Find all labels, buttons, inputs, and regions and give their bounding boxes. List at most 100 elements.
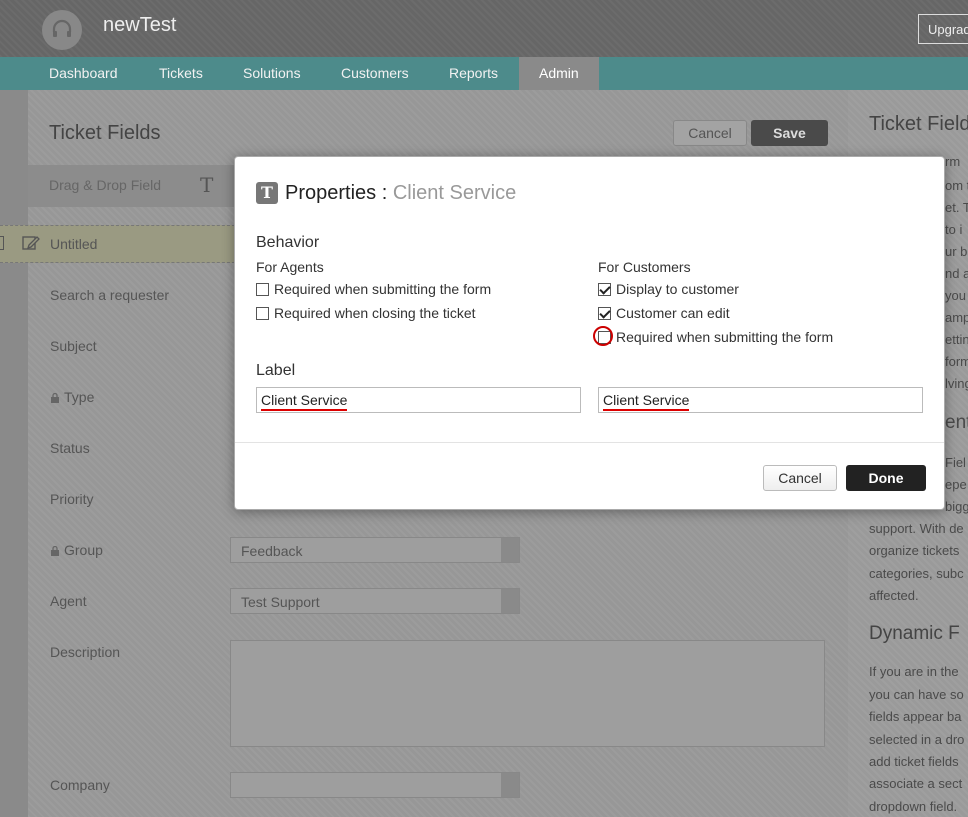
help-text-line: If you are in the xyxy=(869,664,959,679)
agent-required-submit-option[interactable]: Required when submitting the form xyxy=(256,281,491,297)
upgrade-button[interactable]: Upgrade xyxy=(918,14,968,44)
help-fragment: epe xyxy=(945,477,967,492)
lock-icon xyxy=(51,393,59,403)
field-label-group: Group xyxy=(50,542,103,558)
dialog-title: Properties : Client Service xyxy=(285,182,516,205)
chevron-down-icon xyxy=(501,773,519,797)
behavior-title: Behavior xyxy=(256,234,320,251)
help-text-line: affected. xyxy=(869,588,919,603)
help-fragment: you xyxy=(945,288,966,303)
customer-display-option[interactable]: Display to customer xyxy=(598,281,739,297)
agent-required-submit-checkbox[interactable] xyxy=(256,282,269,296)
group-select[interactable]: Feedback xyxy=(230,537,520,563)
page-title: Ticket Fields xyxy=(49,122,161,144)
agent-select[interactable]: Test Support xyxy=(230,588,520,614)
help-fragment: ur b xyxy=(945,244,968,259)
group-select-value: Feedback xyxy=(241,543,303,559)
help-text-line: add ticket fields xyxy=(869,754,959,769)
field-label-status: Status xyxy=(50,440,90,456)
help-text-line: fields appear ba xyxy=(869,709,962,724)
customer-required-submit-label: Required when submitting the form xyxy=(616,329,834,345)
customer-edit-option[interactable]: Customer can edit xyxy=(598,305,730,321)
tab-admin[interactable]: Admin xyxy=(519,57,599,90)
top-bar: newTest Upgrade xyxy=(0,0,968,57)
text-field-icon[interactable]: T xyxy=(200,173,213,197)
highlight-circle xyxy=(593,326,613,346)
page-cancel-button[interactable]: Cancel xyxy=(673,120,747,146)
tab-solutions[interactable]: Solutions xyxy=(243,57,301,90)
tab-customers[interactable]: Customers xyxy=(341,57,409,90)
field-label-agent: Agent xyxy=(50,593,87,609)
customer-label-input[interactable]: Client Service xyxy=(598,387,923,413)
customer-display-checkbox[interactable] xyxy=(598,282,611,296)
page-save-button[interactable]: Save xyxy=(751,120,828,146)
help-heading-fragment: ent xyxy=(945,412,968,433)
customer-required-submit-option[interactable]: Required when submitting the form xyxy=(598,329,833,345)
text-field-type-icon: T xyxy=(256,182,278,204)
agent-label-input[interactable]: Client Service xyxy=(256,387,581,413)
tab-tickets[interactable]: Tickets xyxy=(159,57,203,90)
customer-label-value: Client Service xyxy=(603,392,690,411)
left-strip xyxy=(0,90,28,817)
for-agents-title: For Agents xyxy=(256,259,324,275)
dialog-cancel-button[interactable]: Cancel xyxy=(763,465,837,491)
help-text-line: selected in a dro xyxy=(869,732,965,747)
tab-dashboard[interactable]: Dashboard xyxy=(49,57,118,90)
agent-required-close-option[interactable]: Required when closing the ticket xyxy=(256,305,476,321)
help-title: Ticket Fields xyxy=(869,113,968,135)
help-text-line: dropdown field. xyxy=(869,799,958,814)
help-fragment: form xyxy=(945,354,968,369)
help-text-line: categories, subc xyxy=(869,566,964,581)
help-fragment: bigg xyxy=(945,499,968,514)
help-fragment: om t xyxy=(945,178,968,193)
field-label-priority: Priority xyxy=(50,491,94,507)
drag-handle-icon[interactable] xyxy=(0,236,4,250)
help-fragment: rm xyxy=(945,154,961,169)
chevron-down-icon xyxy=(501,589,519,613)
help-subheading: Dynamic F xyxy=(869,623,960,644)
customer-edit-label: Customer can edit xyxy=(616,305,730,321)
customer-display-label: Display to customer xyxy=(616,281,739,297)
help-text-line: organize tickets xyxy=(869,543,960,558)
field-label-type: Type xyxy=(50,389,94,405)
help-fragment: amp xyxy=(945,310,968,325)
untitled-field-label: Untitled xyxy=(50,236,98,252)
field-label-company: Company xyxy=(50,777,110,793)
field-label-subject: Subject xyxy=(50,338,97,354)
agent-label-value: Client Service xyxy=(261,392,348,411)
field-label-search-requester: Search a requester xyxy=(50,287,170,303)
tab-reports[interactable]: Reports xyxy=(449,57,498,90)
edit-icon[interactable] xyxy=(22,234,40,252)
dialog-subtitle: Client Service xyxy=(392,182,517,204)
agent-select-value: Test Support xyxy=(241,594,320,610)
label-title: Label xyxy=(256,362,296,379)
properties-dialog: T Properties : Client Service Behavior F… xyxy=(234,156,945,510)
main-nav: Dashboard Tickets Solutions Customers Re… xyxy=(0,57,968,90)
headset-logo-icon[interactable] xyxy=(42,10,82,50)
help-fragment: nd a xyxy=(945,266,968,281)
app-title: newTest xyxy=(103,14,177,36)
help-fragment: ettin xyxy=(945,332,968,347)
lock-icon xyxy=(51,546,59,556)
dialog-title-text: Properties : xyxy=(285,182,388,204)
help-fragment: lving xyxy=(945,376,968,391)
agent-required-close-label: Required when closing the ticket xyxy=(274,305,476,321)
field-label-description: Description xyxy=(50,644,121,660)
company-select[interactable] xyxy=(230,772,520,798)
field-label-type-text: Type xyxy=(64,389,95,405)
drag-drop-label: Drag & Drop Field xyxy=(49,177,162,193)
dialog-done-button[interactable]: Done xyxy=(846,465,926,491)
help-text-line: you can have so xyxy=(869,687,964,702)
agent-required-close-checkbox[interactable] xyxy=(256,306,269,320)
help-fragment: et. T xyxy=(945,200,968,215)
field-label-group-text: Group xyxy=(64,542,103,558)
help-fragment: to i xyxy=(945,222,963,237)
help-fragment: Fiel xyxy=(945,455,966,470)
customer-edit-checkbox[interactable] xyxy=(598,306,611,320)
dialog-divider xyxy=(235,442,944,443)
for-customers-title: For Customers xyxy=(598,259,691,275)
agent-required-submit-label: Required when submitting the form xyxy=(274,281,492,297)
description-textarea[interactable] xyxy=(230,640,825,747)
help-text-line: associate a sect xyxy=(869,776,963,791)
chevron-down-icon xyxy=(501,538,519,562)
